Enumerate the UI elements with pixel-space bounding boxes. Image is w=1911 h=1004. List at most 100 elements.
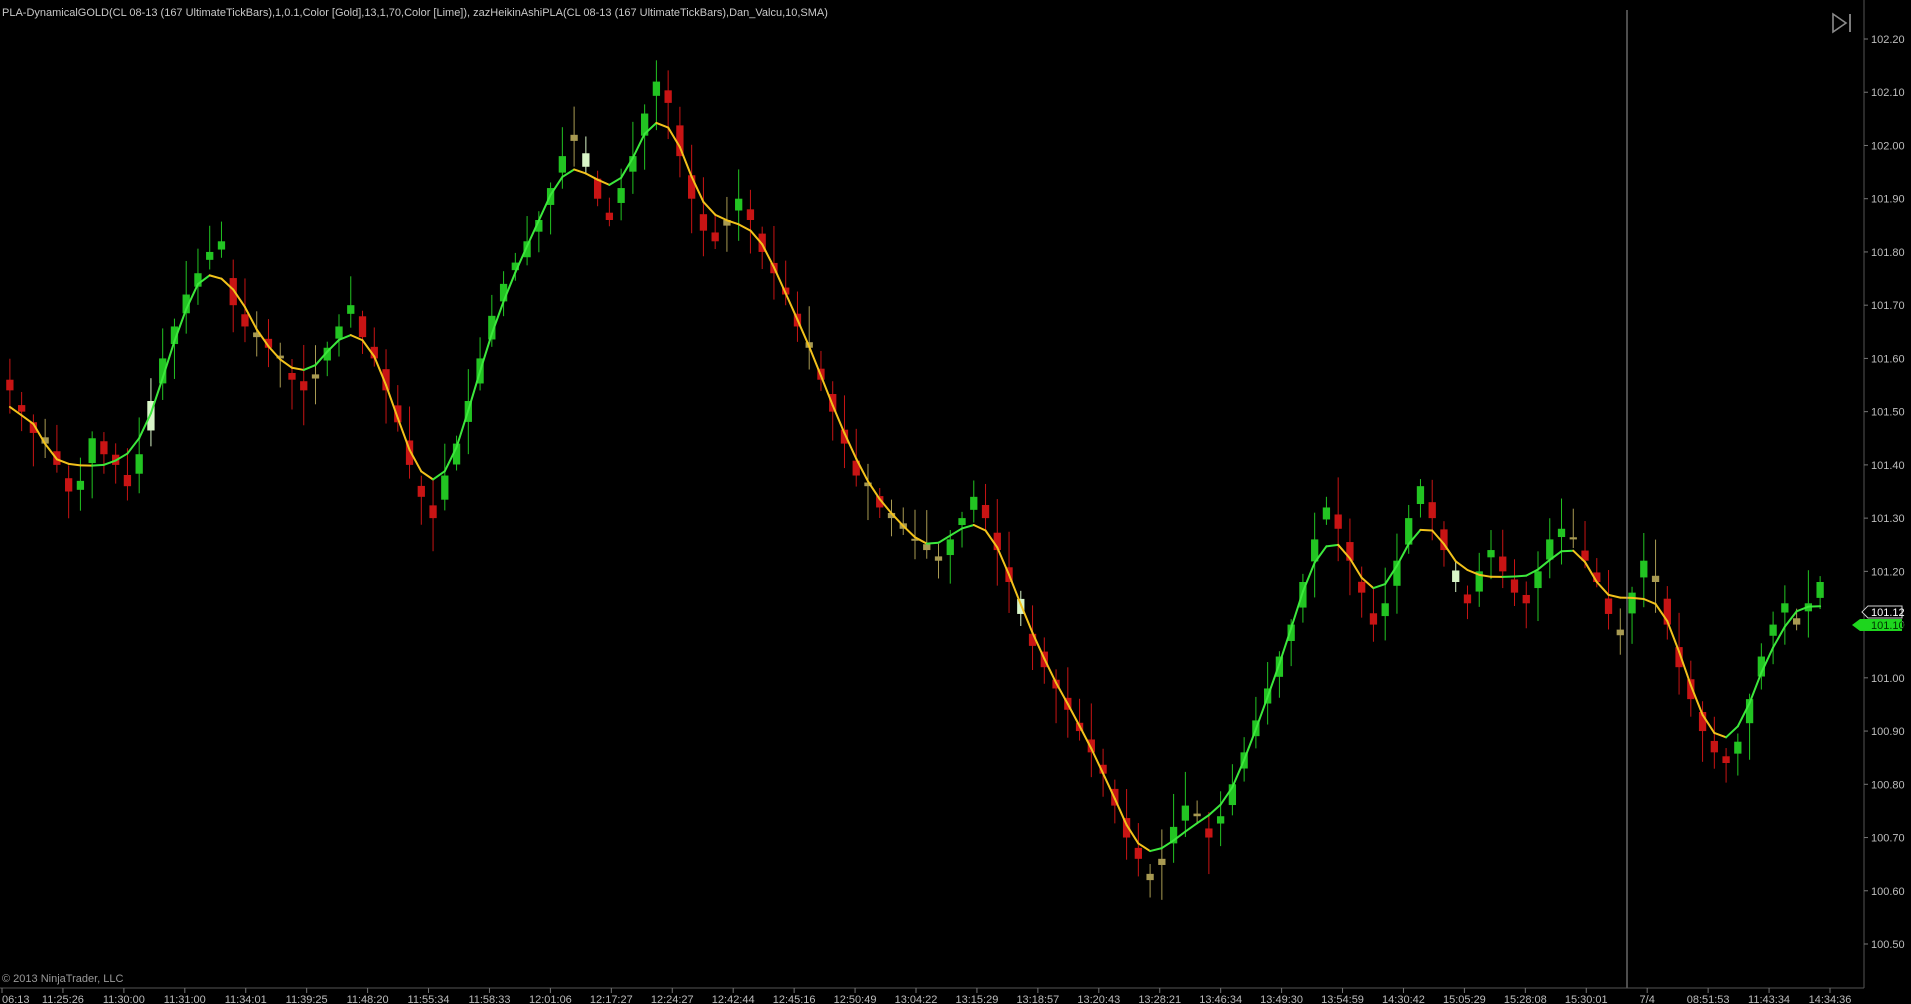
indicator-segment [678,146,693,178]
indicator-segment [1642,598,1657,605]
indicator-segment [1066,703,1081,727]
indicator-segment [126,437,141,455]
dynamical-gold-line [8,121,1822,853]
candle-body [605,212,614,220]
candle-body [1792,618,1801,625]
indicator-segment [761,243,775,269]
indicator-segment [255,328,270,348]
candle-body [429,505,437,519]
candle-body [1522,594,1530,604]
indicator-segment [208,274,223,280]
indicator-segment [20,414,35,425]
price-chart[interactable]: 102.20 102.10 102.00 101.90 101.80 101.70 101.… [0,0,1911,1004]
current-price-label-bottom: 101.10 [1871,620,1905,632]
x-tick-label: 13:20:43 [1077,994,1120,1004]
y-tick-label: 101.30 [1871,513,1905,525]
indicator-segment [949,527,964,537]
y-tick-label: 100.80 [1871,779,1905,791]
indicator-segment [1290,590,1304,630]
x-tick-label: 7/4 [1640,994,1655,1004]
indicator-segment [32,422,47,445]
indicator-segment [537,193,552,222]
indicator-segment [1160,839,1175,850]
indicator-segment [961,524,975,530]
candle-body [958,518,966,526]
candle-body [1734,741,1742,754]
x-tick-label: 13:54:59 [1321,994,1364,1004]
candle-body [582,153,590,167]
y-tick-label: 102.00 [1871,140,1905,152]
indicator-segment [1395,542,1410,567]
candle-body [123,474,132,487]
candle-body [558,156,566,173]
indicator-segment [173,308,188,343]
candle-body [1510,579,1519,593]
indicator-segment [1348,557,1363,579]
candle-body [1546,539,1554,560]
candle-body [664,90,672,103]
indicator-segment [608,176,623,186]
x-tick-label: 13:18:57 [1016,994,1059,1004]
y-tick-label: 101.50 [1871,407,1905,419]
y-tick-label: 100.60 [1871,886,1905,898]
indicator-segment [385,384,399,420]
candle-body [1193,813,1201,817]
indicator-segment [1102,772,1116,800]
indicator-segment [1184,822,1199,833]
indicator-segment [808,345,822,377]
indicator-segment [772,266,787,295]
indicator-segment [702,200,717,216]
candle-body [1452,570,1460,582]
y-tick-label: 100.70 [1871,833,1905,845]
indicator-segment [1442,543,1457,563]
y-tick-label: 101.80 [1871,247,1905,259]
x-tick-label: 14:34:36 [1809,994,1852,1004]
indicator-segment [1419,528,1434,532]
candle-body [1710,740,1718,753]
indicator-segment [972,524,987,532]
y-tick-label: 101.60 [1871,353,1905,365]
x-tick-label: 11:25:26 [42,994,84,1004]
indicator-segment [1607,593,1622,599]
candle-body [1416,486,1425,505]
candle-body [1181,805,1190,821]
y-tick-label: 102.20 [1871,34,1905,46]
candle-body [1651,575,1660,582]
candlestick-series [6,60,1824,900]
candle-body [1534,571,1542,589]
candle-body [617,188,625,203]
x-tick-label: 11:34:01 [225,994,267,1004]
indicator-segment [1631,596,1645,601]
x-tick-label: 12:50:49 [834,994,877,1004]
indicator-segment [279,358,293,369]
indicator-segment [1254,695,1269,731]
candle-body [358,316,367,338]
candle-body [76,480,85,490]
candle-body [1640,560,1648,578]
candle-body [1604,598,1613,614]
skip-to-end-icon[interactable] [1830,12,1856,34]
indicator-segment [1454,560,1469,571]
indicator-segment [1584,561,1598,583]
candle-body [981,504,990,519]
indicator-segment [1231,758,1246,789]
candle-body [288,372,296,380]
candle-body [1146,873,1154,881]
indicator-segment [326,338,341,353]
x-tick-label: 11:39:25 [286,994,328,1004]
candle-body [1334,514,1342,529]
indicator-segment [1055,681,1069,706]
candle-body [1769,624,1777,636]
candle-body [1369,613,1378,625]
candle-body [1616,629,1624,636]
candle-body [1781,603,1789,613]
x-tick-label: 06:13 [2,994,30,1004]
y-tick-label: 101.40 [1871,460,1905,472]
candle-body [1205,828,1213,838]
current-price-tag: 101.12 101.10 [1852,605,1905,632]
indicator-segment [1513,574,1528,578]
indicator-segment [784,292,799,321]
indicator-segment [631,132,646,159]
candle-body [934,556,943,561]
indicator-segment [890,512,905,527]
